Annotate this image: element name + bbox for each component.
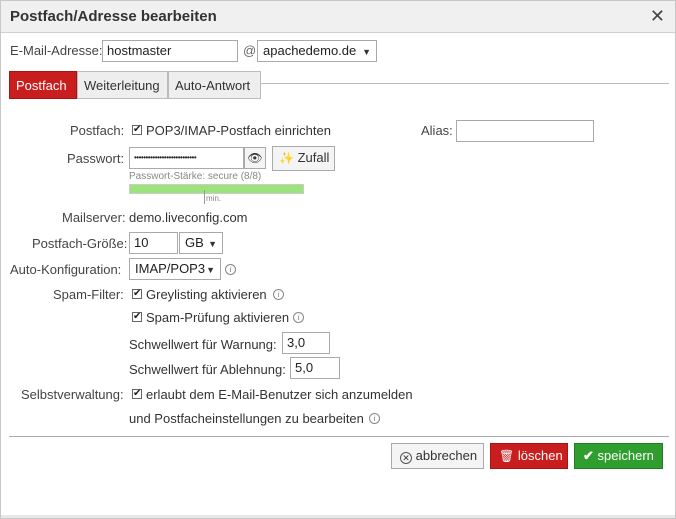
cancel-button[interactable]: ✕ abbrechen [391,443,484,469]
dialog-title: Postfach/Adresse bearbeiten [10,8,217,25]
mailserver-value: demo.liveconfig.com [129,210,248,225]
mailbox-size-input[interactable]: 10 [129,232,178,254]
dialog-bottom-edge [1,515,675,518]
email-address-label: E-Mail-Adresse: [10,43,103,58]
random-password-label: Zufall [297,150,330,165]
chevron-down-icon: ▼ [362,47,371,57]
password-strength-fill [130,185,303,193]
spam-check-checkbox[interactable]: ✔ [132,312,142,322]
alias-label: Alias: [421,123,453,138]
tab-label: Auto-Antwort [175,78,251,93]
email-domain-value: apachedemo.de [263,43,357,58]
info-icon[interactable]: i [273,289,284,300]
password-strength-bar [129,184,304,194]
password-strength-text: Passwort-Stärke: secure (8/8) [129,171,262,182]
mailbox-checkbox[interactable]: ✔ [132,125,142,135]
password-label: Passwort: [67,151,125,166]
mailbox-checkbox-label: POP3/IMAP-Postfach einrichten [146,123,331,138]
close-icon[interactable]: ✕ [650,6,665,26]
reject-threshold-label: Schwellwert für Ablehnung: [129,362,286,377]
tab-label: Weiterleitung [84,78,160,93]
min-marker [204,190,205,204]
tab-postfach[interactable]: Postfach [9,71,77,99]
mailbox-size-label: Postfach-Größe: [32,236,128,251]
autoconfig-select[interactable]: IMAP/POP3 ▼ [129,258,221,280]
save-label: speichern [597,448,654,463]
info-icon[interactable]: i [225,264,236,275]
tab-auto-antwort[interactable]: Auto-Antwort [168,71,261,99]
spam-check-label: Spam-Prüfung aktivieren [146,310,290,325]
email-domain-select[interactable]: apachedemo.de ▼ [257,40,377,62]
at-sign: @ [243,43,257,58]
chevron-down-icon: ▼ [206,265,215,275]
selfservice-line2: und Postfacheinstellungen zu bearbeiten [129,411,364,426]
trash-icon: 🗑 [499,449,515,463]
greylisting-checkbox[interactable]: ✔ [132,289,142,299]
info-icon[interactable]: i [293,312,304,323]
delete-button[interactable]: 🗑 löschen [490,443,568,469]
delete-label: löschen [517,448,563,463]
selfservice-line1: erlaubt dem E-Mail-Benutzer sich anzumel… [146,387,413,402]
tab-weiterleitung[interactable]: Weiterleitung [77,71,168,99]
mailbox-size-unit-select[interactable]: GB ▼ [179,232,223,254]
random-password-button[interactable]: ✨ Zufall [272,146,335,171]
cancel-circle-icon: ✕ [400,452,412,464]
selfservice-label: Selbstverwaltung: [21,387,124,402]
eye-slash-icon: 👁 [247,151,263,165]
checkmark-icon: ✔ [583,448,594,463]
chevron-down-icon: ▼ [208,239,217,249]
magic-wand-icon: ✨ [279,151,294,165]
tab-label: Postfach [16,78,67,93]
mailbox-label: Postfach: [70,123,125,138]
autoconfig-label: Auto-Konfiguration: [10,262,122,277]
email-local-part-input[interactable]: hostmaster [102,40,238,62]
greylisting-label: Greylisting aktivieren [146,287,267,302]
min-label: min. [206,194,222,203]
warn-threshold-input[interactable]: 3,0 [282,332,330,354]
reject-threshold-input[interactable]: 5,0 [290,357,340,379]
mailbox-size-unit-value: GB [185,235,204,250]
autoconfig-value: IMAP/POP3 [135,261,206,276]
warn-threshold-label: Schwellwert für Warnung: [129,337,277,352]
dialog-titlebar: Postfach/Adresse bearbeiten ✕ [1,1,675,33]
selfservice-checkbox[interactable]: ✔ [132,389,142,399]
save-button[interactable]: ✔ speichern [574,443,663,469]
password-input[interactable]: ••••••••••••••••••••••••••• [129,147,244,169]
toggle-visibility-button[interactable]: 👁 [244,147,266,169]
edit-mailbox-dialog: Postfach/Adresse bearbeiten ✕ E-Mail-Adr… [0,0,676,519]
spam-filter-label: Spam-Filter: [53,287,124,302]
footer-divider [9,436,669,437]
info-icon[interactable]: i [369,413,380,424]
mailserver-label: Mailserver: [62,210,126,225]
alias-input[interactable] [456,120,594,142]
cancel-label: abbrechen [415,448,478,463]
